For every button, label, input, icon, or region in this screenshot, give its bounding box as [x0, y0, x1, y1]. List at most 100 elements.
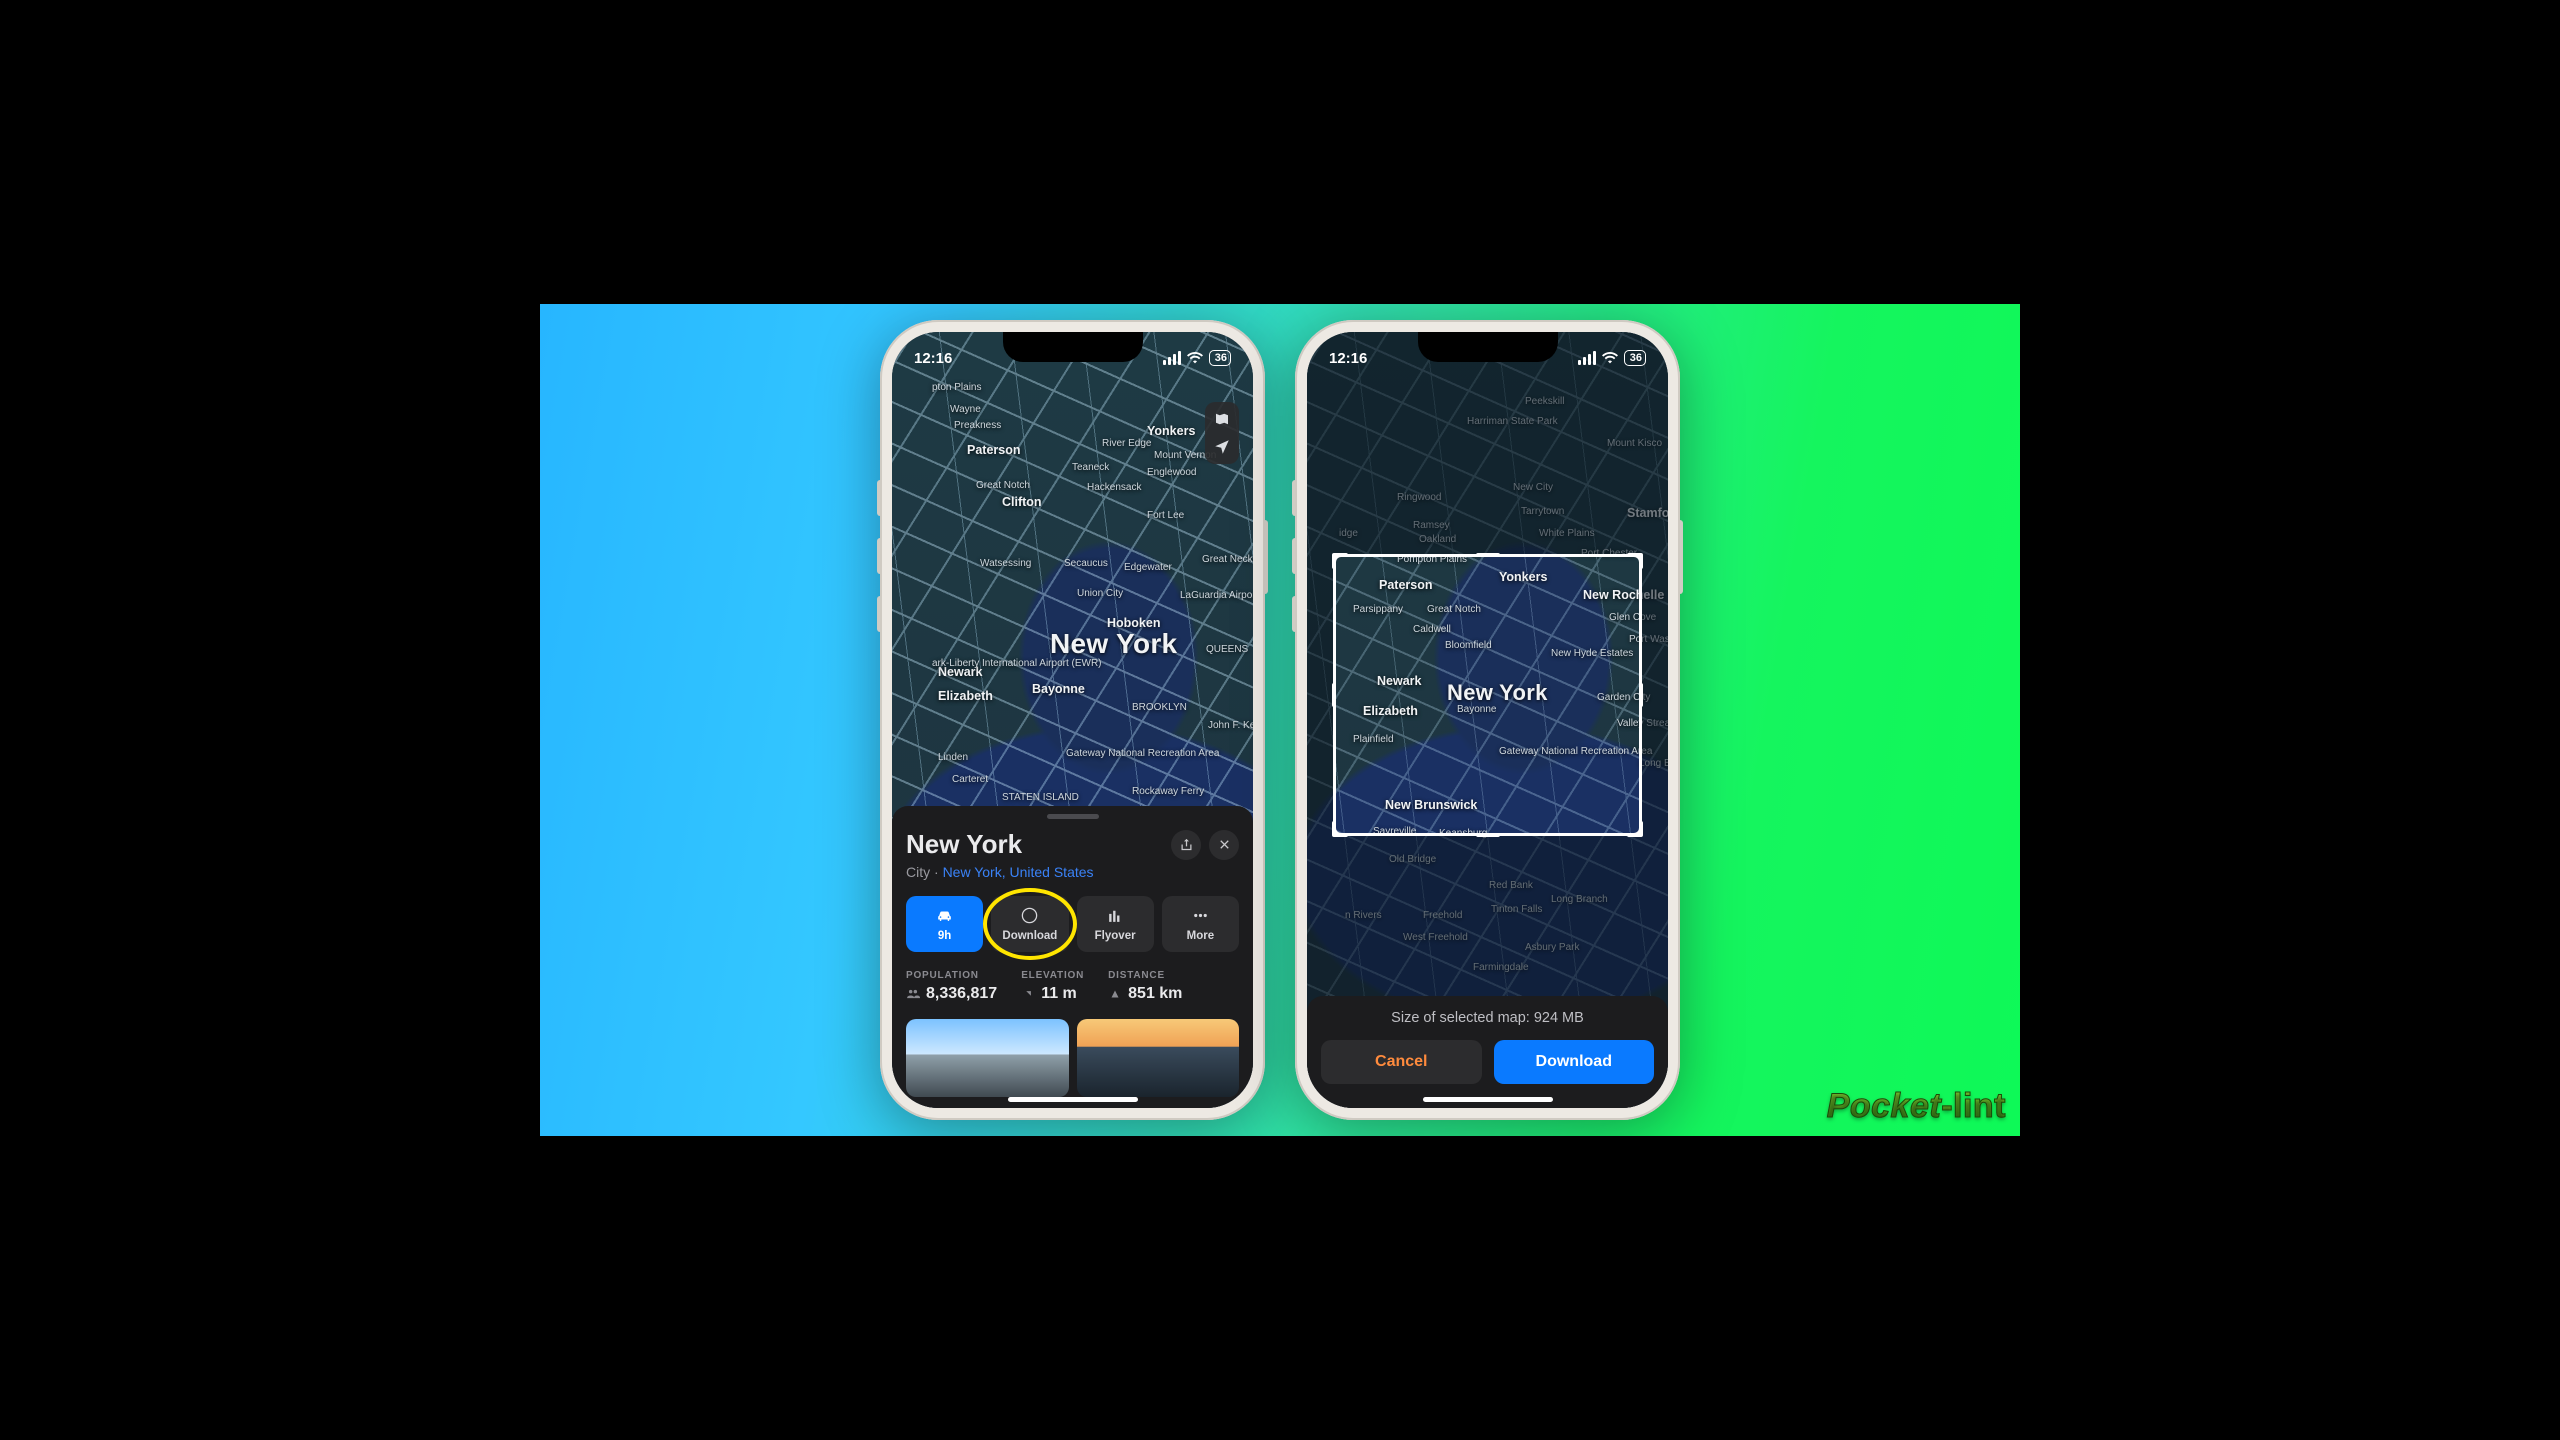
map-label: BROOKLYN	[1132, 702, 1187, 713]
download-confirm-button[interactable]: Download	[1494, 1040, 1655, 1084]
map-label: Union City	[1077, 588, 1123, 599]
map-label: ark-Liberty International Airport (EWR)	[932, 658, 1102, 669]
map-label: Freehold	[1423, 910, 1462, 921]
notch	[1418, 332, 1558, 362]
cellular-icon	[1578, 351, 1596, 365]
map-label: Harriman State Park	[1467, 416, 1558, 427]
place-region-link[interactable]: New York, United States	[943, 864, 1094, 880]
map-label: Wayne	[950, 404, 981, 415]
download-crop-box[interactable]	[1333, 554, 1642, 836]
map-label: Carteret	[952, 774, 988, 785]
map-label: pton Plains	[932, 382, 981, 393]
map-label: Ringwood	[1397, 492, 1441, 503]
wifi-icon	[1602, 350, 1618, 366]
people-icon	[906, 987, 920, 1001]
map-label: Long Beac	[1639, 758, 1668, 769]
flyover-icon	[1106, 906, 1125, 925]
map-label: Mount Kisco	[1607, 438, 1662, 449]
close-icon	[1217, 837, 1232, 852]
map-label: West Freehold	[1403, 932, 1468, 943]
map-label: Ramsey	[1413, 520, 1450, 531]
home-indicator[interactable]	[1008, 1097, 1138, 1102]
more-icon	[1191, 906, 1210, 925]
map-label: Rockaway Ferry	[1132, 786, 1204, 797]
car-icon	[935, 906, 954, 925]
map-label: n Rivers	[1345, 910, 1382, 921]
cellular-icon	[1163, 351, 1181, 365]
download-button[interactable]: Download	[991, 896, 1068, 952]
map-label: Preakness	[954, 420, 1001, 431]
place-title: New York	[906, 829, 1163, 860]
close-button[interactable]	[1209, 830, 1239, 860]
stat-elevation: ELEVATION 11 m	[1021, 970, 1084, 1003]
map-label: Englewood	[1147, 467, 1196, 478]
share-icon	[1179, 837, 1194, 852]
map-label: Old Bridge	[1389, 854, 1436, 865]
place-subtitle: City · New York, United States	[906, 864, 1239, 880]
map-label: Yonkers	[1147, 424, 1195, 438]
map-label: Peekskill	[1525, 396, 1564, 407]
map-label: Great Notch	[976, 480, 1030, 491]
status-time: 12:16	[1329, 350, 1367, 367]
notch	[1003, 332, 1143, 362]
map-label: Tinton Falls	[1491, 904, 1542, 915]
place-photo-2[interactable]	[1077, 1019, 1240, 1097]
arrow-up-right-icon	[1021, 987, 1035, 1001]
place-card[interactable]: New York City · New York, United States	[892, 806, 1253, 1108]
map-label: Tarrytown	[1521, 506, 1564, 517]
map-label: Paterson	[967, 443, 1021, 457]
map-label: Clifton	[1002, 495, 1042, 509]
download-icon	[1020, 906, 1039, 925]
flyover-button[interactable]: Flyover	[1077, 896, 1154, 952]
map-label: Bayonne	[1032, 682, 1085, 696]
map-label: idge	[1339, 528, 1358, 539]
location-arrow-icon[interactable]	[1213, 438, 1231, 456]
map-label: River Edge	[1102, 438, 1151, 449]
map-label: Elizabeth	[938, 689, 993, 703]
map-label: Teaneck	[1072, 462, 1109, 473]
map-label: STATEN ISLAND	[1002, 792, 1079, 803]
map-label: Hackensack	[1087, 482, 1141, 493]
watermark: Pocket-lint	[1827, 1087, 2006, 1126]
home-indicator[interactable]	[1423, 1097, 1553, 1102]
map-label: Stamford	[1627, 506, 1668, 520]
phone-left: 12:16 36 New York NewarkElizabethPaterso…	[880, 320, 1265, 1120]
map-label: Fort Lee	[1147, 510, 1184, 521]
map-label: Secaucus	[1064, 558, 1108, 569]
battery-indicator: 36	[1209, 350, 1231, 366]
map-label: Linden	[938, 752, 968, 763]
stat-population: POPULATION 8,336,817	[906, 970, 997, 1003]
phone-right: 12:16 36 New York NewarkElizabethPaterso…	[1295, 320, 1680, 1120]
map-label: John F. Kennedy Int'l	[1208, 720, 1253, 731]
map-label: Asbury Park	[1525, 942, 1579, 953]
place-photo-1[interactable]	[906, 1019, 1069, 1097]
map-view-icon[interactable]	[1213, 410, 1231, 428]
more-button[interactable]: More	[1162, 896, 1239, 952]
stat-distance: DISTANCE 851 km	[1108, 970, 1182, 1003]
map-label: Hoboken	[1107, 616, 1160, 630]
map-label: White Plains	[1539, 528, 1595, 539]
map-label: LaGuardia Airport (LGA)	[1180, 590, 1253, 601]
directions-button[interactable]: 9h	[906, 896, 983, 952]
cancel-button[interactable]: Cancel	[1321, 1040, 1482, 1084]
map-label: New City	[1513, 482, 1553, 493]
sheet-grabber[interactable]	[1047, 814, 1099, 819]
map-size-text: Size of selected map: 924 MB	[1321, 1010, 1654, 1026]
map-main-city: New York	[1050, 628, 1177, 660]
share-button[interactable]	[1171, 830, 1201, 860]
distance-icon	[1108, 987, 1122, 1001]
map-label: Watsessing	[980, 558, 1031, 569]
battery-indicator: 36	[1624, 350, 1646, 366]
download-bar: Size of selected map: 924 MB Cancel Down…	[1307, 996, 1668, 1108]
map-controls[interactable]	[1205, 402, 1239, 464]
map-label: Gateway National Recreation Area	[1066, 748, 1219, 759]
map-label: Oakland	[1419, 534, 1456, 545]
map-label: QUEENS	[1206, 644, 1248, 655]
wifi-icon	[1187, 350, 1203, 366]
map-label: Red Bank	[1489, 880, 1533, 891]
map-label: Edgewater	[1124, 562, 1172, 573]
map-label: Great Neck	[1202, 554, 1253, 565]
status-time: 12:16	[914, 350, 952, 367]
map-label: Long Branch	[1551, 894, 1608, 905]
map-label: Farmingdale	[1473, 962, 1529, 973]
